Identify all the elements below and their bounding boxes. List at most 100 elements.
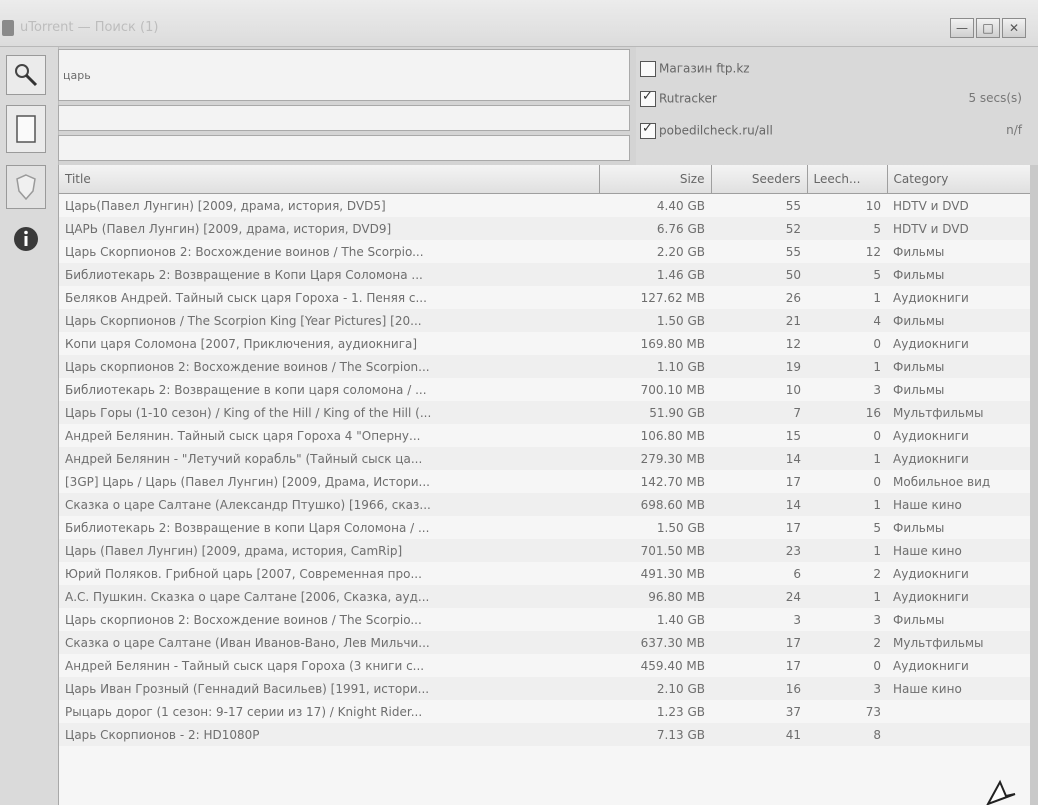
table-row[interactable]: ЦАРЬ (Павел Лунгин) [2009, драма, истори… xyxy=(59,217,1031,240)
cell-seeders: 17 xyxy=(785,520,801,535)
column-header-seeders[interactable]: Seeders xyxy=(711,165,808,194)
table-row[interactable]: Беляков Андрей. Тайный сыск царя Гороха … xyxy=(59,286,1031,309)
mouse-cursor-icon xyxy=(986,779,1016,805)
table-row[interactable]: Царь Скорпионов - 2: HD1080P 7.13 GB 41 8 xyxy=(59,723,1031,746)
table-row[interactable]: Андрей Белянин - "Летучий корабль" (Тайн… xyxy=(59,447,1031,470)
table-row[interactable]: Юрий Поляков. Грибной царь [2007, Соврем… xyxy=(59,562,1031,585)
cell-size: 127.62 MB xyxy=(640,290,705,305)
maximize-button[interactable]: □ xyxy=(976,18,1000,38)
table-row[interactable]: Царь Скорпионов / The Scorpion King [Yea… xyxy=(59,309,1031,332)
table-row[interactable]: А.С. Пушкин. Сказка о царе Салтане [2006… xyxy=(59,585,1031,608)
cell-size: 279.30 MB xyxy=(599,447,711,470)
cell-size: 1.40 GB xyxy=(656,612,705,627)
search-field-2[interactable] xyxy=(58,105,630,131)
cell-size: 637.30 MB xyxy=(599,631,711,654)
cell-title: Беляков Андрей. Тайный сыск царя Гороха … xyxy=(65,290,427,305)
source-checkbox[interactable] xyxy=(640,61,656,77)
cell-leechers: 1 xyxy=(807,493,887,516)
table-row[interactable]: Сказка о царе Салтане (Иван Иванов-Вано,… xyxy=(59,631,1031,654)
source-checkbox[interactable] xyxy=(640,121,656,139)
cell-title: Рыцарь дорог (1 сезон: 9-17 серии из 17)… xyxy=(65,704,423,719)
cell-size: 51.90 GB xyxy=(599,401,711,424)
table-row[interactable]: [3GP] Царь / Царь (Павел Лунгин) [2009, … xyxy=(59,470,1031,493)
cell-category: Аудиокниги xyxy=(893,428,969,443)
cell-leechers: 0 xyxy=(873,428,881,443)
table-row[interactable]: Рыцарь дорог (1 сезон: 9-17 серии из 17)… xyxy=(59,700,1031,723)
minimize-button[interactable]: — xyxy=(950,18,974,38)
shield-icon xyxy=(16,174,36,201)
table-scrollbar[interactable] xyxy=(1030,165,1038,805)
cell-category: Аудиокниги xyxy=(893,566,969,581)
cell-size: 491.30 MB xyxy=(640,566,705,581)
table-header-row: Title Size Seeders Leech... Category xyxy=(59,165,1031,194)
cell-seeders: 10 xyxy=(785,382,801,397)
search-inputs xyxy=(58,47,636,165)
cell-seeders: 50 xyxy=(711,263,807,286)
cell-leechers: 8 xyxy=(807,723,887,746)
cell-seeders: 23 xyxy=(711,539,807,562)
column-header-leechers[interactable]: Leech... xyxy=(807,165,888,194)
cell-title: Библиотекарь 2: Возвращение в Копи Царя … xyxy=(59,263,599,286)
table-row[interactable]: Царь (Павел Лунгин) [2009, драма, истори… xyxy=(59,539,1031,562)
source-option[interactable]: pobedilcheck.ru/all n/f xyxy=(640,121,1032,145)
cell-size: 6.76 GB xyxy=(599,217,711,240)
cell-category: Фильмы xyxy=(887,309,1031,332)
cell-leechers: 1 xyxy=(807,539,887,562)
table-row[interactable]: Библиотекарь 2: Возвращение в копи царя … xyxy=(59,378,1031,401)
table-row[interactable]: Сказка о царе Салтане (Александр Птушко)… xyxy=(59,493,1031,516)
table-row[interactable]: Царь Горы (1-10 сезон) / King of the Hil… xyxy=(59,401,1031,424)
cell-title: Царь Горы (1-10 сезон) / King of the Hil… xyxy=(59,401,599,424)
cell-size: 142.70 MB xyxy=(640,474,705,489)
cell-leechers: 3 xyxy=(873,382,881,397)
search-input[interactable] xyxy=(58,49,630,101)
cell-title: Библиотекарь 2: Возвращение в копи царя … xyxy=(65,382,427,397)
source-status: n/f xyxy=(1006,123,1022,137)
column-header-category[interactable]: Category xyxy=(887,165,1031,194)
cell-category: Аудиокниги xyxy=(887,447,1031,470)
cell-title: Андрей Белянин. Тайный сыск царя Гороха … xyxy=(65,428,421,443)
page-tool-button[interactable] xyxy=(6,105,46,153)
search-tool-button[interactable] xyxy=(6,55,46,95)
close-button[interactable]: ✕ xyxy=(1002,18,1026,38)
column-header-title[interactable]: Title xyxy=(59,165,600,194)
cell-category: Фильмы xyxy=(893,244,945,259)
source-option[interactable]: Магазин ftp.kz xyxy=(640,61,750,83)
table-row[interactable]: Царь Иван Грозный (Геннадий Васильев) [1… xyxy=(59,677,1031,700)
cell-title: Царь (Павел Лунгин) [2009, драма, истори… xyxy=(59,539,599,562)
cell-category: Аудиокниги xyxy=(887,585,1031,608)
table-row[interactable]: Андрей Белянин - Тайный сыск царя Гороха… xyxy=(59,654,1031,677)
cell-seeders: 26 xyxy=(785,290,801,305)
cell-title: Царь Скорпионов - 2: HD1080P xyxy=(59,723,599,746)
cell-size: 7.13 GB xyxy=(599,723,711,746)
source-checkbox[interactable] xyxy=(640,89,656,107)
cell-category: Аудиокниги xyxy=(893,290,969,305)
cell-seeders: 52 xyxy=(711,217,807,240)
info-tool-button[interactable] xyxy=(6,219,46,259)
table-row[interactable]: Андрей Белянин. Тайный сыск царя Гороха … xyxy=(59,424,1031,447)
table-row[interactable]: Библиотекарь 2: Возвращение в копи Царя … xyxy=(59,516,1031,539)
cell-category xyxy=(887,723,1031,746)
cell-size: 106.80 MB xyxy=(640,428,705,443)
cell-title: Царь Скорпионов / The Scorpion King [Yea… xyxy=(59,309,599,332)
table-row[interactable]: Царь Скорпионов 2: Восхождение воинов / … xyxy=(59,240,1031,263)
shield-tool-button[interactable] xyxy=(6,165,46,209)
search-field-3[interactable] xyxy=(58,135,630,161)
cell-seeders: 17 xyxy=(711,631,807,654)
cell-seeders: 24 xyxy=(711,585,807,608)
cell-size: 2.10 GB xyxy=(599,677,711,700)
cell-leechers: 1 xyxy=(807,585,887,608)
table-row[interactable]: Царь скорпионов 2: Восхождение воинов / … xyxy=(59,355,1031,378)
table-row[interactable]: Царь скорпионов 2: Восхождение воинов / … xyxy=(59,608,1031,631)
cell-leechers: 12 xyxy=(865,244,881,259)
cell-seeders: 14 xyxy=(711,493,807,516)
table-row[interactable]: Копи царя Соломона [2007, Приключения, а… xyxy=(59,332,1031,355)
column-header-size[interactable]: Size xyxy=(599,165,712,194)
source-option[interactable]: Rutracker 5 secs(s) xyxy=(640,89,1032,113)
cell-size: 1.50 GB xyxy=(656,520,705,535)
cell-title: Библиотекарь 2: Возвращение в копи Царя … xyxy=(65,520,430,535)
cell-seeders: 7 xyxy=(711,401,807,424)
table-row[interactable]: Царь(Павел Лунгин) [2009, драма, история… xyxy=(59,194,1031,218)
cell-size: 169.80 MB xyxy=(640,336,705,351)
cell-category: Аудиокниги xyxy=(893,658,969,673)
table-row[interactable]: Библиотекарь 2: Возвращение в Копи Царя … xyxy=(59,263,1031,286)
